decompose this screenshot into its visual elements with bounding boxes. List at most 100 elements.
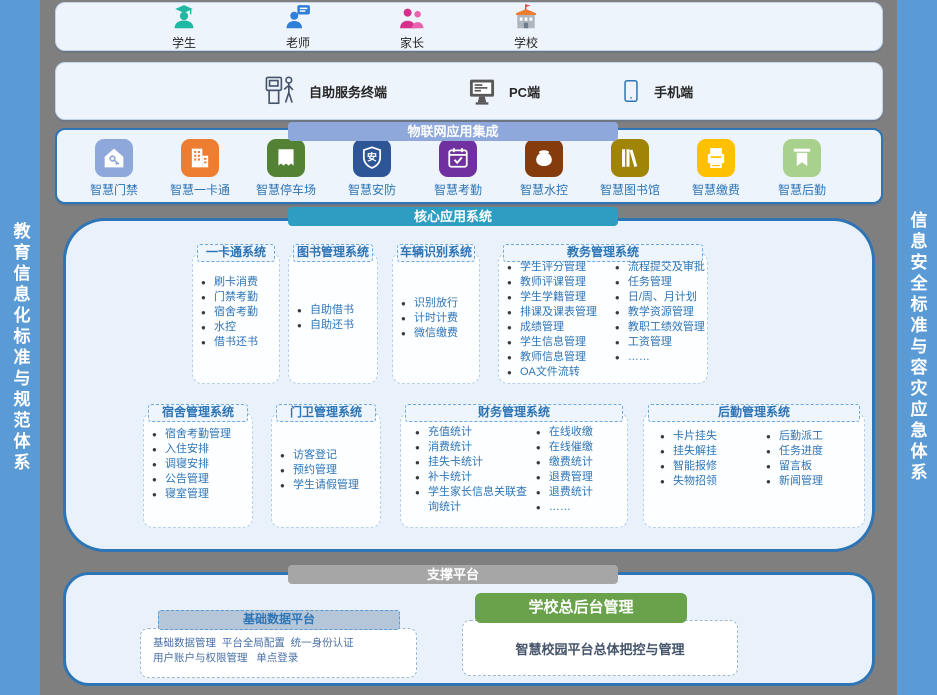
user-item-label: 家长: [400, 34, 424, 51]
system-item: 教职工绩效管理: [615, 320, 707, 335]
smart-campus-architecture-diagram: 教育信息化标准与规范体系 信息安全标准与容灾应急体系 学生 老师 家长 学校: [0, 0, 937, 695]
system-item: 充值统计: [415, 425, 536, 440]
iot-item-water: 智慧水控: [507, 139, 581, 202]
system-item: 工资管理: [615, 335, 707, 350]
system-item: 补卡统计: [415, 470, 536, 485]
system-box-gatekeeper: 门卫管理系统 访客登记预约管理学生请假管理: [271, 412, 381, 528]
system-item: 后勤派工: [766, 429, 858, 444]
support-platform-box: 基础数据平台 基础数据管理 平台全局配置 统一身份认证用户账户与权限管理 单点登…: [63, 572, 875, 686]
system-item: 学生家长信息关联查询统计: [415, 485, 536, 515]
terminal-item-kiosk: 自助服务终端: [261, 72, 387, 110]
system-item: 退费管理: [536, 470, 627, 485]
iot-section-band: 物联网应用集成: [288, 122, 618, 141]
system-item: 失物招领: [660, 474, 766, 489]
system-box-vehicle-recognition: 车辆识别系统 识别放行计时计费微信缴费: [392, 252, 480, 384]
system-box-logistics-mgmt: 后勤管理系统 卡片挂失挂失解挂智能报修失物招领 后勤派工任务进度留言板新闻管理: [643, 412, 865, 528]
iot-item-label: 智慧停车场: [256, 181, 316, 198]
system-item: 挂失卡统计: [415, 455, 536, 470]
logistics-icon: [788, 144, 816, 172]
system-box-title: 财务管理系统: [405, 404, 623, 422]
system-item: 流程提交及审批: [615, 260, 707, 275]
system-item: 水控: [201, 320, 279, 335]
terminals-row: 自助服务终端 PC端 手机端: [55, 62, 883, 120]
system-item: 成绩管理: [507, 320, 615, 335]
one-card-icon: [186, 144, 214, 172]
system-box-title: 图书管理系统: [293, 244, 373, 262]
school-icon: [511, 2, 541, 32]
system-item: 寝室管理: [152, 487, 252, 502]
system-item: 自助借书: [297, 303, 377, 318]
base-data-platform-box: 基础数据管理 平台全局配置 统一身份认证用户账户与权限管理 单点登录: [140, 628, 417, 678]
system-item: 学生评分管理: [507, 260, 615, 275]
system-item-list: 访客登记预约管理学生请假管理: [272, 448, 380, 493]
system-box-title: 后勤管理系统: [648, 404, 860, 422]
right-standards-text: 信息安全标准与容灾应急体系: [905, 211, 930, 484]
system-item: 缴费统计: [536, 455, 627, 470]
system-item: 教师信息管理: [507, 350, 615, 365]
system-item: 教师评课管理: [507, 275, 615, 290]
system-item: 任务管理: [615, 275, 707, 290]
base-data-line: 基础数据管理 平台全局配置 统一身份认证: [153, 636, 416, 651]
system-box-library-mgmt: 图书管理系统 自助借书自助还书: [288, 252, 378, 384]
system-box-dormitory: 宿舍管理系统 宿舍考勤管理入住安排调寝安排公告管理寝室管理: [143, 412, 253, 528]
user-item-teacher: 老师: [266, 2, 330, 51]
iot-item-logistics: 智慧后勤: [765, 139, 839, 202]
base-data-line: 用户账户与权限管理 单点登录: [153, 651, 416, 666]
teacher-icon: [283, 2, 313, 32]
system-item: 借书还书: [201, 335, 279, 350]
system-item: 留言板: [766, 459, 858, 474]
terminal-item-label: 自助服务终端: [309, 82, 387, 101]
system-item: 排课及课表管理: [507, 305, 615, 320]
system-item: 微信缴费: [401, 326, 479, 341]
school-admin-label: 学校总后台管理: [475, 593, 687, 623]
left-standards-text: 教育信息化标准与规范体系: [8, 222, 33, 474]
system-item: 任务进度: [766, 444, 858, 459]
iot-item-label: 智慧图书馆: [600, 181, 660, 198]
terminal-item-mobile: 手机端: [618, 72, 693, 110]
support-section-band: 支撑平台: [288, 565, 618, 584]
system-box-academic-affairs: 教务管理系统 学生评分管理教师评课管理学生学籍管理排课及课表管理成绩管理学生信息…: [498, 252, 708, 384]
desktop-icon: [465, 74, 499, 108]
system-item: 预约管理: [280, 463, 380, 478]
system-box-title: 一卡通系统: [197, 244, 275, 262]
system-item: 宿舍考勤管理: [152, 427, 252, 442]
core-systems-box: 一卡通系统 刷卡消费门禁考勤宿舍考勤水控借书还书 图书管理系统 自助借书自助还书…: [63, 218, 875, 552]
system-item: 公告管理: [152, 472, 252, 487]
system-item: 学生学籍管理: [507, 290, 615, 305]
system-box-finance: 财务管理系统 充值统计消费统计挂失卡统计补卡统计学生家长信息关联查询统计 在线收…: [400, 412, 628, 528]
user-item-label: 学校: [514, 34, 538, 51]
user-item-parents: 家长: [380, 2, 444, 51]
user-item-school: 学校: [494, 2, 558, 51]
system-item: 识别放行: [401, 296, 479, 311]
system-item: 消费统计: [415, 440, 536, 455]
system-item: 访客登记: [280, 448, 380, 463]
system-box-title: 宿舍管理系统: [148, 404, 248, 422]
system-item-list: 学生评分管理教师评课管理学生学籍管理排课及课表管理成绩管理学生信息管理教师信息管…: [503, 260, 615, 380]
system-box-title: 车辆识别系统: [397, 244, 475, 262]
system-item: 刷卡消费: [201, 275, 279, 290]
svg-text:安: 安: [367, 150, 377, 163]
phone-icon: [618, 72, 644, 110]
main-column: 学生 老师 家长 学校 自助服务终端 PC端: [55, 0, 883, 695]
system-item: 门禁考勤: [201, 290, 279, 305]
iot-item-security: 安 智慧安防: [335, 139, 409, 202]
iot-item-label: 智慧安防: [348, 181, 396, 198]
user-item-label: 学生: [172, 34, 196, 51]
system-item: 计时计费: [401, 311, 479, 326]
iot-item-parking: 智慧停车场: [249, 139, 323, 202]
system-item-list: 识别放行计时计费微信缴费: [393, 296, 479, 341]
kiosk-icon: [261, 72, 299, 110]
iot-item-library: 智慧图书馆: [593, 139, 667, 202]
iot-item-access: 智慧门禁: [77, 139, 151, 202]
attendance-calendar-icon: [444, 144, 472, 172]
parents-icon: [397, 2, 427, 32]
system-item: ……: [536, 500, 627, 515]
system-item: 卡片挂失: [660, 429, 766, 444]
core-section-band: 核心应用系统: [288, 207, 618, 226]
iot-item-label: 智慧水控: [520, 181, 568, 198]
iot-item-label: 智慧一卡通: [170, 181, 230, 198]
library-icon: [616, 144, 644, 172]
terminal-item-label: PC端: [509, 82, 540, 101]
system-item-list: 流程提交及审批任务管理日/周、月计划教学资源管理教职工绩效管理工资管理……: [615, 260, 707, 380]
system-item: ……: [615, 350, 707, 365]
